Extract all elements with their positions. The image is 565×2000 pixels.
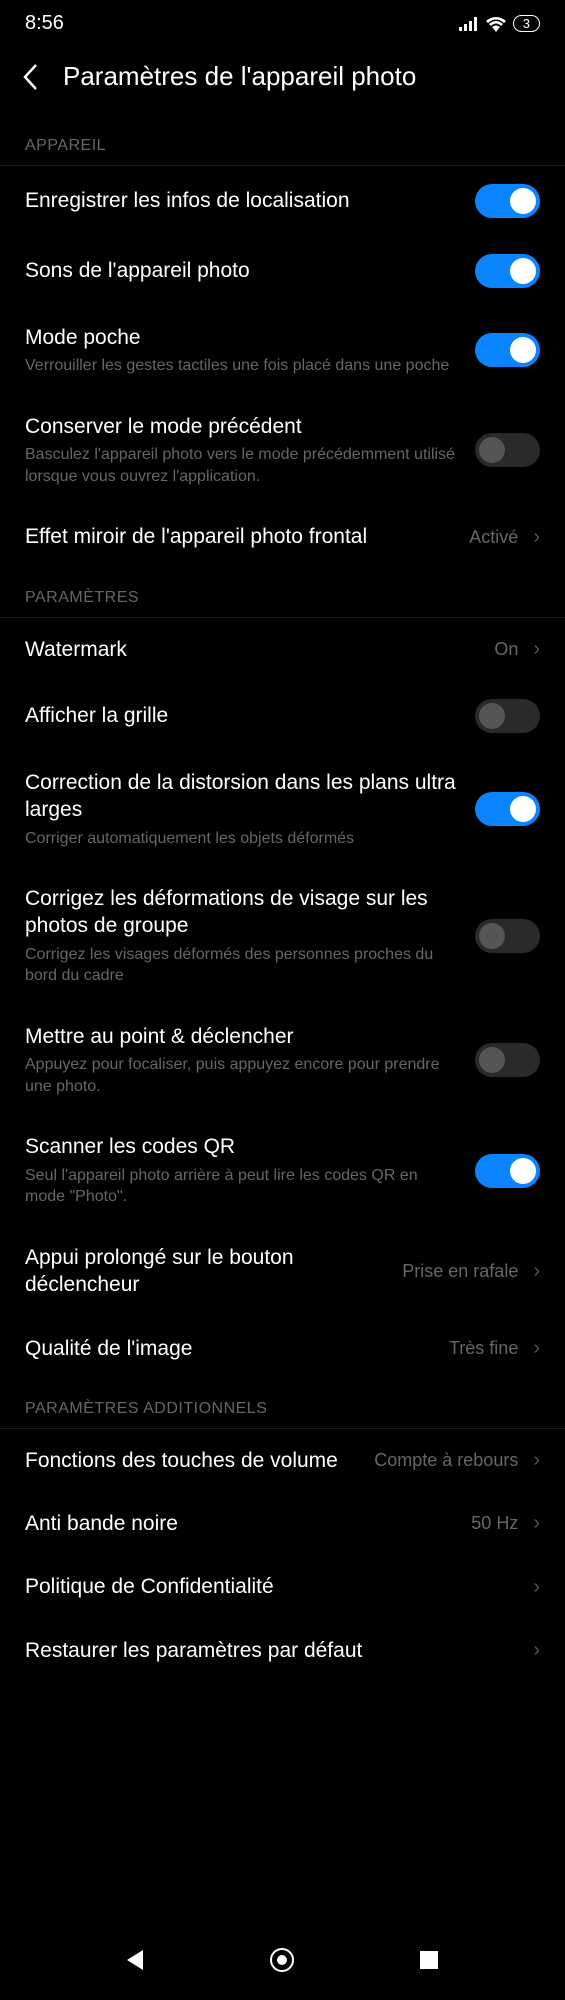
row-face[interactable]: Corrigez les déformations de visage sur … [0,867,565,1005]
row-title: Sons de l'appareil photo [25,257,460,284]
row-title: Restaurer les paramètres par défaut [25,1637,518,1664]
page-title: Paramètres de l'appareil photo [63,61,416,92]
row-value: Activé [469,527,518,548]
toggle-focus[interactable] [475,1043,540,1077]
row-restore[interactable]: Restaurer les paramètres par défaut › [0,1619,565,1682]
section-parametres: PARAMÈTRES [0,569,565,618]
row-privacy[interactable]: Politique de Confidentialité › [0,1555,565,1618]
section-additional: PARAMÈTRES ADDITIONNELS [0,1380,565,1429]
row-title: Politique de Confidentialité [25,1573,518,1600]
row-volume[interactable]: Fonctions des touches de volume Compte à… [0,1429,565,1492]
row-value: Prise en rafale [402,1261,518,1282]
row-sounds[interactable]: Sons de l'appareil photo [0,236,565,306]
row-sub: Corriger automatiquement les objets défo… [25,828,460,850]
row-title: Corrigez les déformations de visage sur … [25,885,460,940]
row-pocket[interactable]: Mode poche Verrouiller les gestes tactil… [0,306,565,395]
row-title: Correction de la distorsion dans les pla… [25,769,460,824]
toggle-sounds[interactable] [475,254,540,288]
status-time: 8:56 [25,12,64,35]
toggle-qr[interactable] [475,1154,540,1188]
row-title: Fonctions des touches de volume [25,1447,359,1474]
nav-recent-icon[interactable] [420,1951,438,1969]
chevron-right-icon: › [533,526,540,549]
chevron-right-icon: › [533,1639,540,1662]
navigation-bar [0,1920,565,2000]
row-preserve[interactable]: Conserver le mode précédent Basculez l'a… [0,395,565,505]
back-icon[interactable] [22,63,38,91]
row-title: Anti bande noire [25,1510,456,1537]
row-distortion[interactable]: Correction de la distorsion dans les pla… [0,751,565,867]
row-title: Mettre au point & déclencher [25,1023,460,1050]
row-watermark[interactable]: Watermark On › [0,618,565,681]
row-title: Afficher la grille [25,702,460,729]
chevron-right-icon: › [533,1260,540,1283]
toggle-distortion[interactable] [475,792,540,826]
row-title: Mode poche [25,324,460,351]
row-title: Qualité de l'image [25,1335,434,1362]
row-antiband[interactable]: Anti bande noire 50 Hz › [0,1492,565,1555]
chevron-right-icon: › [533,1337,540,1360]
row-grid[interactable]: Afficher la grille [0,681,565,751]
row-value: Compte à rebours [374,1450,518,1471]
row-sub: Corrigez les visages déformés des person… [25,944,460,987]
section-appareil: APPAREIL [0,117,565,166]
status-bar: 8:56 3 [0,0,565,43]
signal-icon [459,17,479,31]
row-value: 50 Hz [471,1513,518,1534]
chevron-right-icon: › [533,1449,540,1472]
chevron-right-icon: › [533,1512,540,1535]
row-title: Scanner les codes QR [25,1133,460,1160]
row-shutter[interactable]: Appui prolongé sur le bouton déclencheur… [0,1226,565,1317]
row-title: Enregistrer les infos de localisation [25,187,460,214]
row-qr[interactable]: Scanner les codes QR Seul l'appareil pho… [0,1115,565,1225]
chevron-right-icon: › [533,638,540,661]
wifi-icon [485,16,507,32]
row-sub: Appuyez pour focaliser, puis appuyez enc… [25,1054,460,1097]
chevron-right-icon: › [533,1576,540,1599]
toggle-face[interactable] [475,919,540,953]
row-value: Très fine [449,1338,518,1359]
page-header: Paramètres de l'appareil photo [0,43,565,117]
row-quality[interactable]: Qualité de l'image Très fine › [0,1317,565,1380]
nav-home-icon[interactable] [270,1948,294,1972]
row-sub: Seul l'appareil photo arrière à peut lir… [25,1165,460,1208]
nav-back-icon[interactable] [127,1950,143,1970]
row-value: On [494,639,518,660]
row-location[interactable]: Enregistrer les infos de localisation [0,166,565,236]
battery-icon: 3 [513,15,540,32]
row-title: Effet miroir de l'appareil photo frontal [25,523,454,550]
toggle-pocket[interactable] [475,333,540,367]
row-title: Conserver le mode précédent [25,413,460,440]
row-sub: Basculez l'appareil photo vers le mode p… [25,444,460,487]
toggle-location[interactable] [475,184,540,218]
row-title: Watermark [25,636,479,663]
row-title: Appui prolongé sur le bouton déclencheur [25,1244,387,1299]
row-sub: Verrouiller les gestes tactiles une fois… [25,355,460,377]
row-focus[interactable]: Mettre au point & déclencher Appuyez pou… [0,1005,565,1115]
status-icons: 3 [459,15,540,32]
row-mirror[interactable]: Effet miroir de l'appareil photo frontal… [0,505,565,568]
toggle-preserve[interactable] [475,433,540,467]
toggle-grid[interactable] [475,699,540,733]
